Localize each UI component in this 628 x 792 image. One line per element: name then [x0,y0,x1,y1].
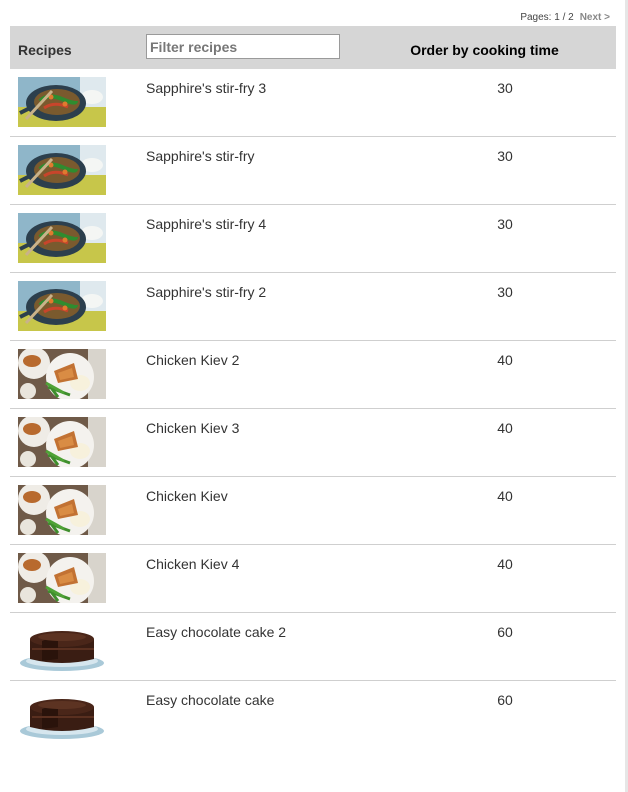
recipe-name[interactable]: Easy chocolate cake [146,692,274,708]
recipe-row[interactable]: Easy chocolate cake 2 60 [10,613,616,681]
recipe-thumbnail[interactable] [18,417,106,467]
recipe-thumbnail[interactable] [18,281,106,331]
recipe-list: Sapphire's stir-fry 3 30 Sapphire's stir-… [10,69,616,748]
next-page-link[interactable]: Next > [580,12,610,23]
cooking-time: 40 [497,352,513,368]
filter-recipes-input[interactable] [146,34,340,59]
cooking-time: 40 [497,556,513,572]
recipe-name[interactable]: Sapphire's stir-fry 2 [146,284,266,300]
recipe-row[interactable]: Sapphire's stir-fry 2 30 [10,273,616,341]
recipe-row[interactable]: Chicken Kiev 3 40 [10,409,616,477]
recipes-column-header: Recipes [18,42,72,58]
recipe-name[interactable]: Easy chocolate cake 2 [146,624,286,640]
recipe-row[interactable]: Sapphire's stir-fry 3 30 [10,69,616,137]
recipe-thumbnail[interactable] [18,553,106,603]
order-by-cooking-time-header[interactable]: Order by cooking time [400,42,569,58]
recipe-thumbnail[interactable] [18,349,106,399]
recipe-thumbnail[interactable] [18,145,106,195]
recipe-thumbnail[interactable] [18,621,106,671]
cooking-time: 30 [497,216,513,232]
recipe-name[interactable]: Sapphire's stir-fry [146,148,254,164]
cooking-time: 60 [497,624,513,640]
recipe-name[interactable]: Chicken Kiev [146,488,228,504]
recipe-name[interactable]: Chicken Kiev 4 [146,556,239,572]
recipe-row[interactable]: Sapphire's stir-fry 4 30 [10,205,616,273]
recipe-row[interactable]: Sapphire's stir-fry 30 [10,137,616,205]
recipe-name[interactable]: Sapphire's stir-fry 3 [146,80,266,96]
cooking-time: 40 [497,488,513,504]
recipe-row[interactable]: Chicken Kiev 40 [10,477,616,545]
recipe-name[interactable]: Chicken Kiev 3 [146,420,239,436]
cooking-time: 40 [497,420,513,436]
recipe-name[interactable]: Sapphire's stir-fry 4 [146,216,266,232]
recipe-thumbnail[interactable] [18,213,106,263]
cooking-time: 30 [497,284,513,300]
table-header: Recipes Order by cooking time [10,26,616,69]
pagination: Pages: 1 / 2 Next > [520,12,610,23]
recipe-row[interactable]: Chicken Kiev 2 40 [10,341,616,409]
cooking-time: 30 [497,80,513,96]
page-indicator: Pages: 1 / 2 [520,12,574,23]
recipe-row[interactable]: Chicken Kiev 4 40 [10,545,616,613]
recipe-row[interactable]: Easy chocolate cake 60 [10,681,616,748]
cooking-time: 30 [497,148,513,164]
recipe-thumbnail[interactable] [18,485,106,535]
cooking-time: 60 [497,692,513,708]
recipes-table: Recipes Order by cooking time Sapphire's… [10,26,616,748]
recipe-name[interactable]: Chicken Kiev 2 [146,352,239,368]
recipe-thumbnail[interactable] [18,689,106,739]
recipe-thumbnail[interactable] [18,77,106,127]
